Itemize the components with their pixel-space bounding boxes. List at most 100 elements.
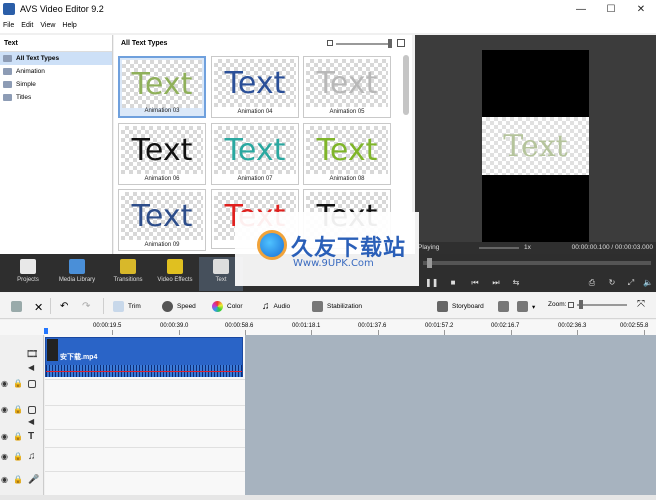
seek-knob[interactable] (427, 258, 432, 268)
lock-icon[interactable]: 🔒 (13, 379, 23, 388)
eye-icon[interactable]: ◉ (1, 379, 8, 388)
zoom-slider[interactable] (568, 300, 627, 309)
thumb-image: Text (214, 126, 296, 174)
eye-icon[interactable]: ◉ (1, 475, 8, 484)
thumb-text: Text (316, 132, 378, 168)
playhead-marker[interactable] (44, 328, 48, 334)
eye-icon[interactable]: ◉ (1, 405, 8, 414)
speed-label: Speed (177, 303, 196, 310)
text-thumb-animation-07[interactable]: Text Animation 07 (211, 123, 299, 185)
close-button[interactable]: ✕ (626, 0, 656, 18)
audio-mute-icon[interactable]: ◀ (28, 363, 34, 372)
speed-slider[interactable] (479, 247, 519, 249)
video-clip[interactable]: 安下载.mp4 (45, 337, 243, 377)
minimize-button[interactable]: — (566, 0, 596, 18)
lane-divider (45, 379, 245, 380)
text-thumb-animation-03[interactable]: Text Animation 03 (118, 56, 206, 118)
lane-divider (45, 405, 245, 406)
menu-file[interactable]: File (3, 22, 14, 29)
timeline-view-glyph (11, 301, 22, 312)
menu-view[interactable]: View (40, 22, 55, 29)
stabilization-button[interactable]: Stabilization (312, 301, 362, 312)
timeline-tracks[interactable]: 安下载.mp4 (45, 335, 656, 495)
audio-mute-icon[interactable]: ◀ (28, 417, 34, 426)
snapshot-icon[interactable]: ⎙ (587, 278, 597, 288)
lock-icon[interactable]: 🔒 (13, 432, 23, 441)
media-library-button[interactable]: Media Library (55, 257, 99, 291)
text-category-panel: Text All Text Types Animation Simple Tit… (0, 35, 113, 254)
stabilization-icon (312, 301, 323, 312)
window-title: AVS Video Editor 9.2 (20, 4, 104, 14)
timeline-view-icon[interactable] (11, 301, 26, 312)
watermark-logo (257, 230, 287, 260)
eye-icon[interactable]: ◉ (1, 452, 8, 461)
gallery-scrollbar[interactable] (403, 55, 409, 115)
tree-item-simple[interactable]: Simple (0, 78, 112, 91)
ruler-tick: 00:00:19.5 (93, 323, 122, 329)
seek-bar[interactable] (423, 258, 651, 268)
speed-button[interactable]: Speed (162, 301, 196, 312)
thumbnail-size-slider[interactable] (327, 39, 407, 48)
zoom-track (577, 300, 627, 309)
thumb-image: Text (122, 60, 202, 108)
text-thumb-animation-08[interactable]: Text Animation 08 (303, 123, 391, 185)
loop-icon[interactable]: ↻ (607, 278, 617, 288)
delete-glyph: ✕ (34, 302, 44, 314)
lock-icon[interactable]: 🔒 (13, 405, 23, 414)
audio-button[interactable]: ♫ Audio (262, 301, 290, 312)
preview-panel: Text (415, 35, 656, 242)
next-frame-icon[interactable]: ⏭ (491, 278, 501, 288)
stop-icon[interactable]: ■ (448, 278, 458, 288)
menu-edit[interactable]: Edit (21, 22, 33, 29)
pause-icon[interactable]: ❚❚ (425, 278, 438, 288)
maximize-button[interactable]: ☐ (596, 0, 626, 18)
volume-line[interactable] (46, 371, 242, 372)
video-effects-label: Video Effects (157, 277, 193, 283)
audio-mixer-icon[interactable] (498, 301, 513, 312)
track-headers: 🎞 ◀ ◉ 🔒 ◉ 🔒 ◀ ◉ 🔒 T ◉ 🔒 ♫ ◉ 🔒 🎤 (0, 335, 44, 495)
tree-item-animation[interactable]: Animation (0, 65, 112, 78)
menu-bar: File Edit View Help (0, 18, 656, 33)
color-label: Color (227, 303, 243, 310)
color-button[interactable]: Color (212, 301, 243, 312)
fit-timeline-icon[interactable]: ⤧ (637, 299, 645, 310)
trim-button[interactable]: Trim (113, 301, 141, 312)
menu-help[interactable]: Help (62, 22, 76, 29)
folder-icon (3, 94, 12, 101)
preview-text-overlay: Text (482, 117, 589, 175)
tree-item-label: Simple (16, 81, 36, 88)
undo-glyph: ↶ (60, 301, 69, 312)
storyboard-button[interactable]: Storyboard (437, 301, 484, 312)
undo-icon[interactable]: ↶ (60, 301, 68, 312)
text-thumb-animation-09[interactable]: Text Animation 09 (118, 189, 206, 251)
preview-text: Text (503, 128, 568, 164)
lock-icon[interactable]: 🔒 (13, 452, 23, 461)
volume-icon[interactable]: 🔈 (643, 278, 653, 288)
projects-button[interactable]: Projects (6, 257, 50, 291)
thumb-caption: Animation 06 (144, 176, 180, 182)
effects-track-icon (28, 380, 36, 388)
lock-icon[interactable]: 🔒 (13, 475, 23, 484)
slider-knob[interactable] (388, 39, 392, 48)
folder-icon (3, 55, 12, 62)
zoom-knob[interactable] (579, 300, 583, 309)
display-options-icon[interactable]: ▾ (517, 301, 535, 312)
trim-icon (113, 301, 124, 312)
expand-icon[interactable]: ⤢ (626, 278, 636, 288)
tree-item-titles[interactable]: Titles (0, 91, 112, 104)
thumb-caption: Animation 07 (237, 176, 273, 182)
timeline-scrollbar[interactable] (0, 495, 656, 500)
tree-item-all-text-types[interactable]: All Text Types (0, 52, 112, 65)
fullscreen-toggle-icon[interactable]: ⇆ (511, 278, 521, 288)
redo-icon[interactable]: ↷ (82, 301, 90, 312)
video-effects-button[interactable]: Video Effects (153, 257, 197, 291)
text-thumb-animation-06[interactable]: Text Animation 06 (118, 123, 206, 185)
transitions-button[interactable]: Transitions (106, 257, 150, 291)
color-wheel-icon (212, 301, 223, 312)
timeline-ruler[interactable]: 00:00:19.5 00:00:39.0 00:00:58.6 00:01:1… (0, 320, 656, 335)
text-thumb-animation-05[interactable]: Text Animation 05 (303, 56, 391, 118)
delete-icon[interactable]: ✕ (34, 301, 43, 314)
eye-icon[interactable]: ◉ (1, 432, 8, 441)
text-thumb-animation-04[interactable]: Text Animation 04 (211, 56, 299, 118)
previous-frame-icon[interactable]: ⏮ (470, 278, 480, 288)
